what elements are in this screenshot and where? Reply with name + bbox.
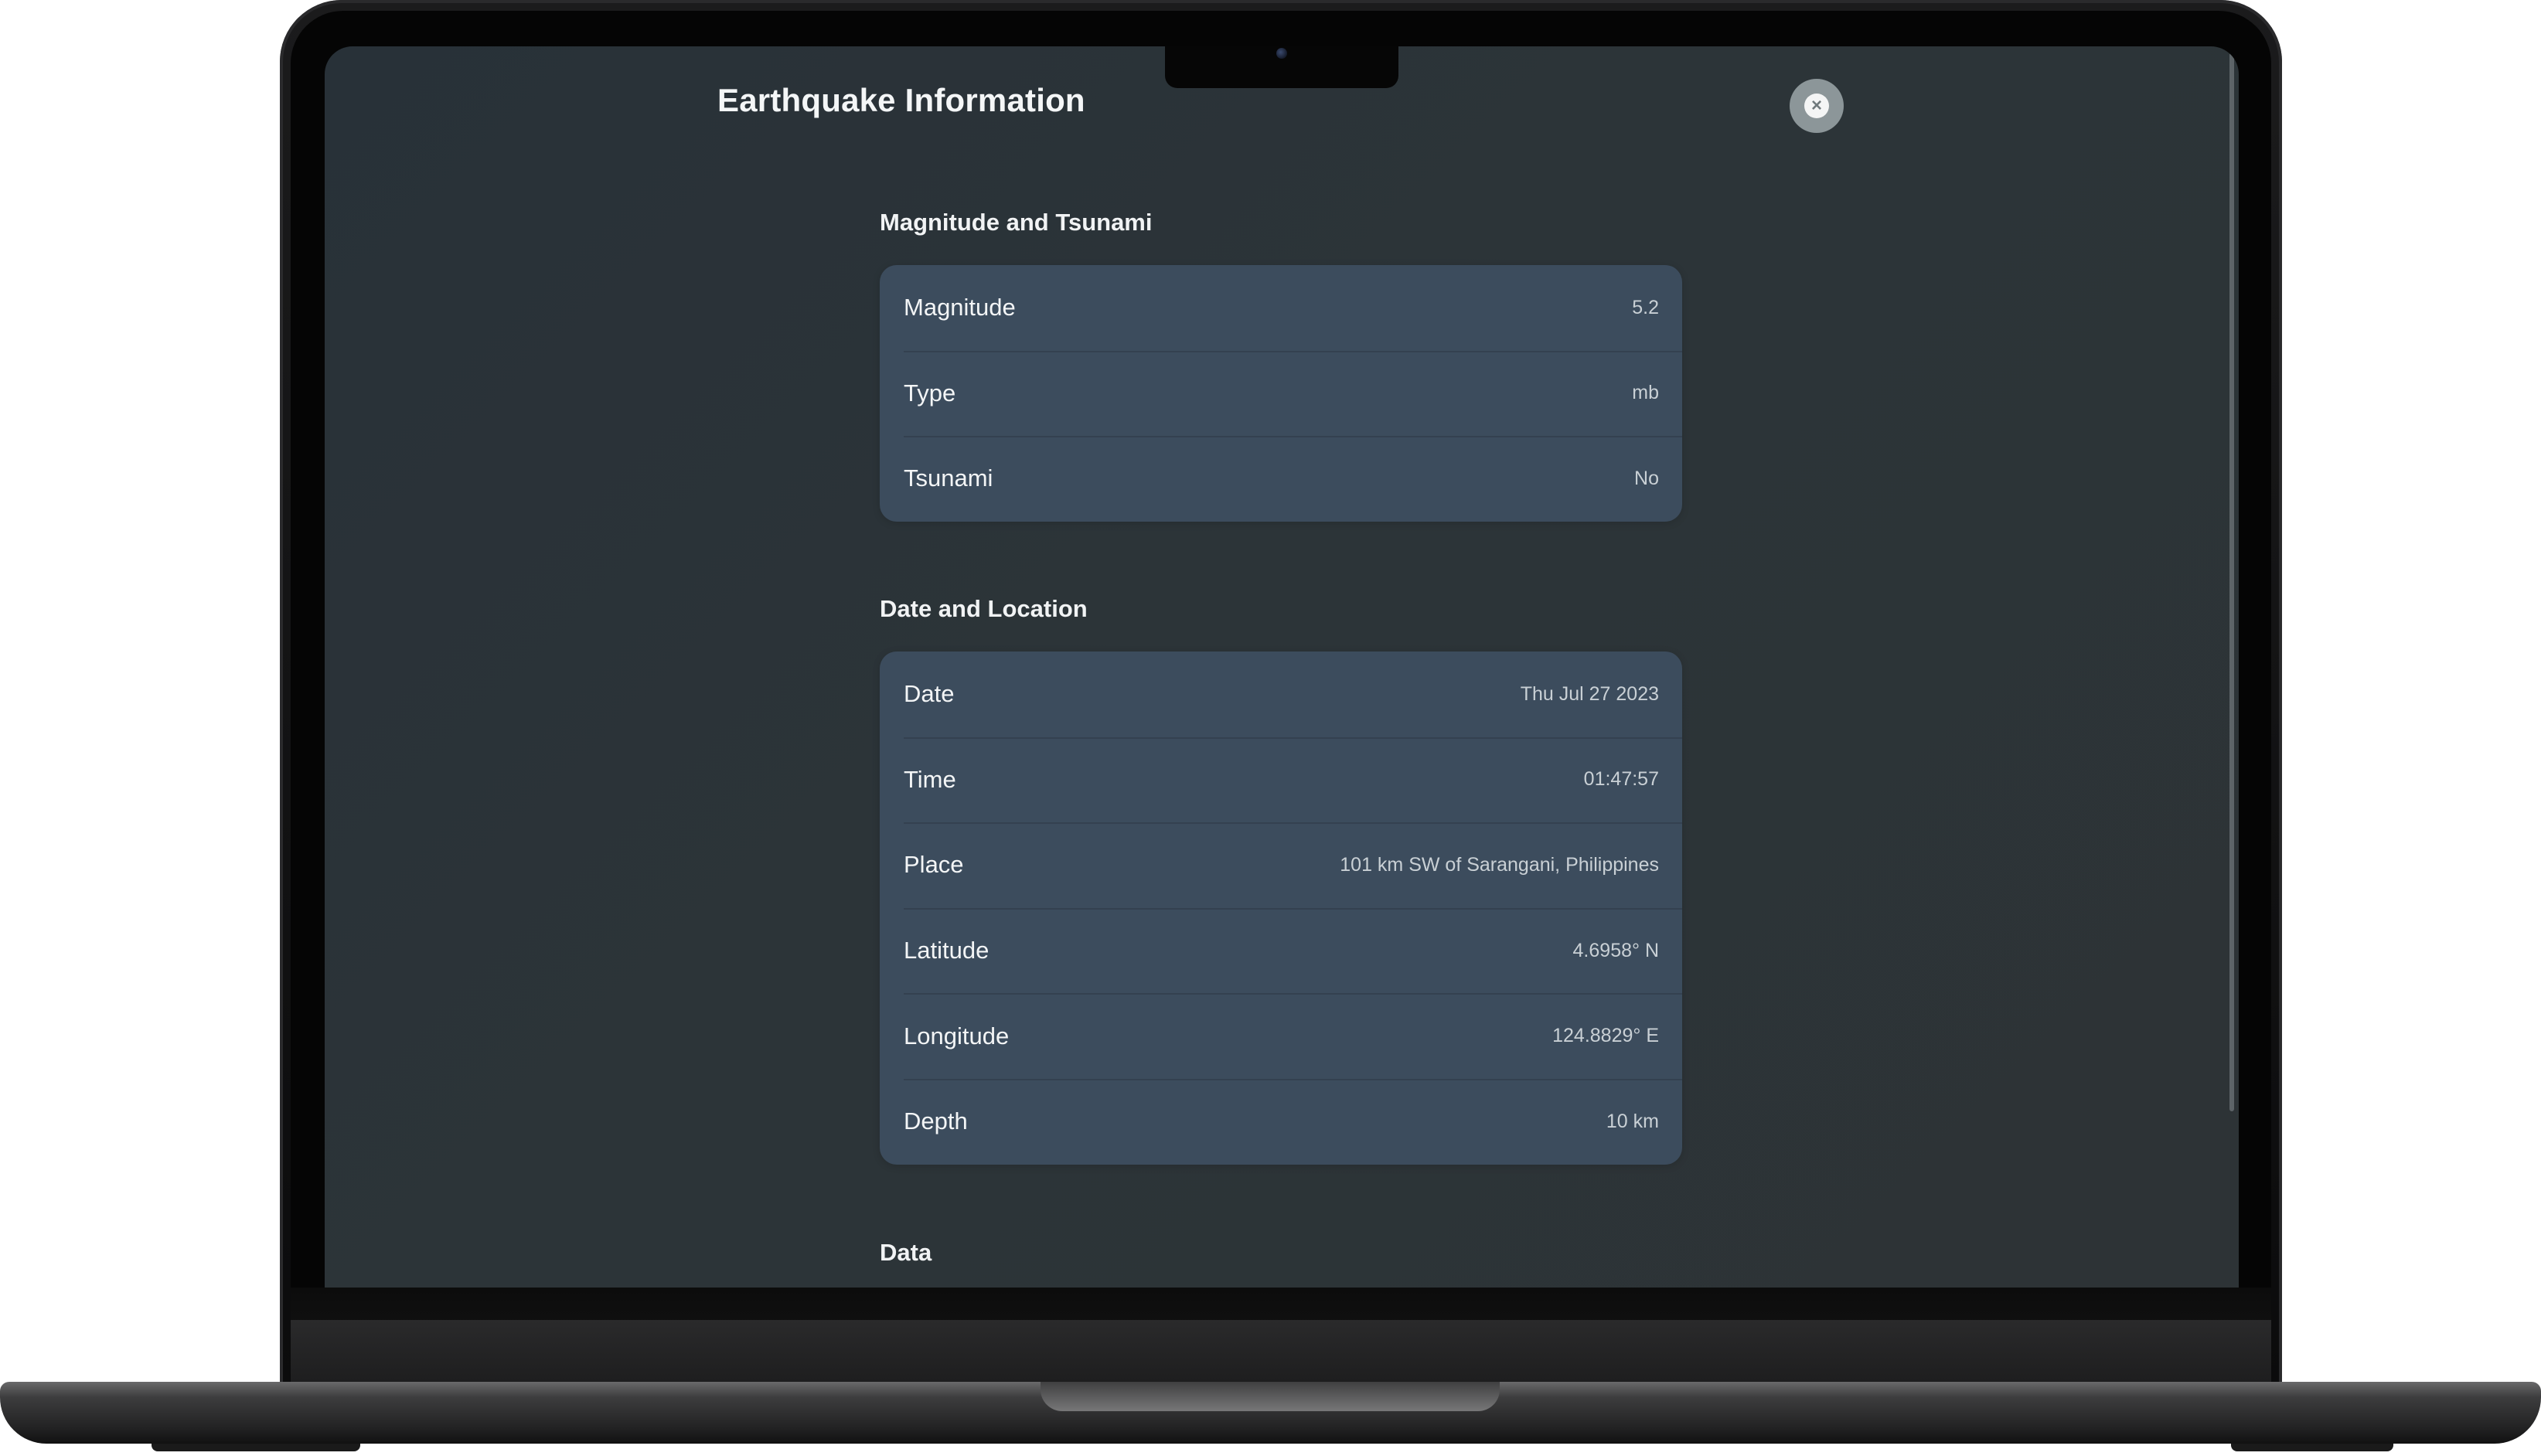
section-header-magnitude: Magnitude and Tsunami [880,209,1153,236]
trackpad-notch [1041,1382,1500,1411]
magnitude-card: Magnitude 5.2 Type mb Tsunami No [880,265,1682,522]
app-window: Earthquake Information × Magnitude and T… [325,46,2239,1288]
row-label: Date [904,680,955,708]
list-item: Date Thu Jul 27 2023 [880,651,1682,737]
xmark-circle-icon: × [1804,94,1829,118]
row-label: Depth [904,1107,968,1135]
row-label: Time [904,765,956,793]
date-location-card: Date Thu Jul 27 2023 Time 01:47:57 Place… [880,651,1682,1165]
list-item: Magnitude 5.2 [880,265,1682,351]
row-value: Thu Jul 27 2023 [1520,682,1659,705]
row-value: 10 km [1606,1110,1659,1132]
list-item: Type mb [880,350,1682,437]
row-value: No [1634,467,1659,489]
close-button[interactable]: × [1790,79,1844,133]
camera-icon [1276,48,1287,59]
list-item: Place 101 km SW of Sarangani, Philippine… [880,822,1682,908]
list-item: Depth 10 km [880,1078,1682,1165]
list-item: Latitude 4.6958° N [880,907,1682,994]
row-label: Latitude [904,937,989,964]
list-item: Tsunami No [880,436,1682,522]
laptop-foot [152,1444,360,1451]
list-item: Time 01:47:57 [880,737,1682,823]
row-value: 5.2 [1632,296,1659,318]
laptop-hinge [291,1320,2271,1382]
laptop-mockup: Earthquake Information × Magnitude and T… [0,0,2541,1456]
laptop-foot [2231,1444,2393,1451]
row-label: Longitude [904,1022,1010,1049]
page-title: Earthquake Information [717,82,1085,118]
row-value: 4.6958° N [1572,939,1659,961]
camera-notch [1165,46,1398,88]
section-header-date-location: Date and Location [880,595,1088,622]
row-label: Type [904,379,956,407]
row-label: Place [904,851,964,879]
section-header-data: Data [880,1239,932,1266]
row-value: mb [1632,382,1659,404]
scrollbar[interactable] [2229,53,2234,1111]
row-label: Magnitude [904,294,1016,321]
row-value: 124.8829° E [1552,1025,1659,1047]
list-item: Longitude 124.8829° E [880,993,1682,1079]
row-label: Tsunami [904,464,993,492]
row-value: 101 km SW of Sarangani, Philippines [1340,853,1659,876]
row-value: 01:47:57 [1583,768,1659,791]
